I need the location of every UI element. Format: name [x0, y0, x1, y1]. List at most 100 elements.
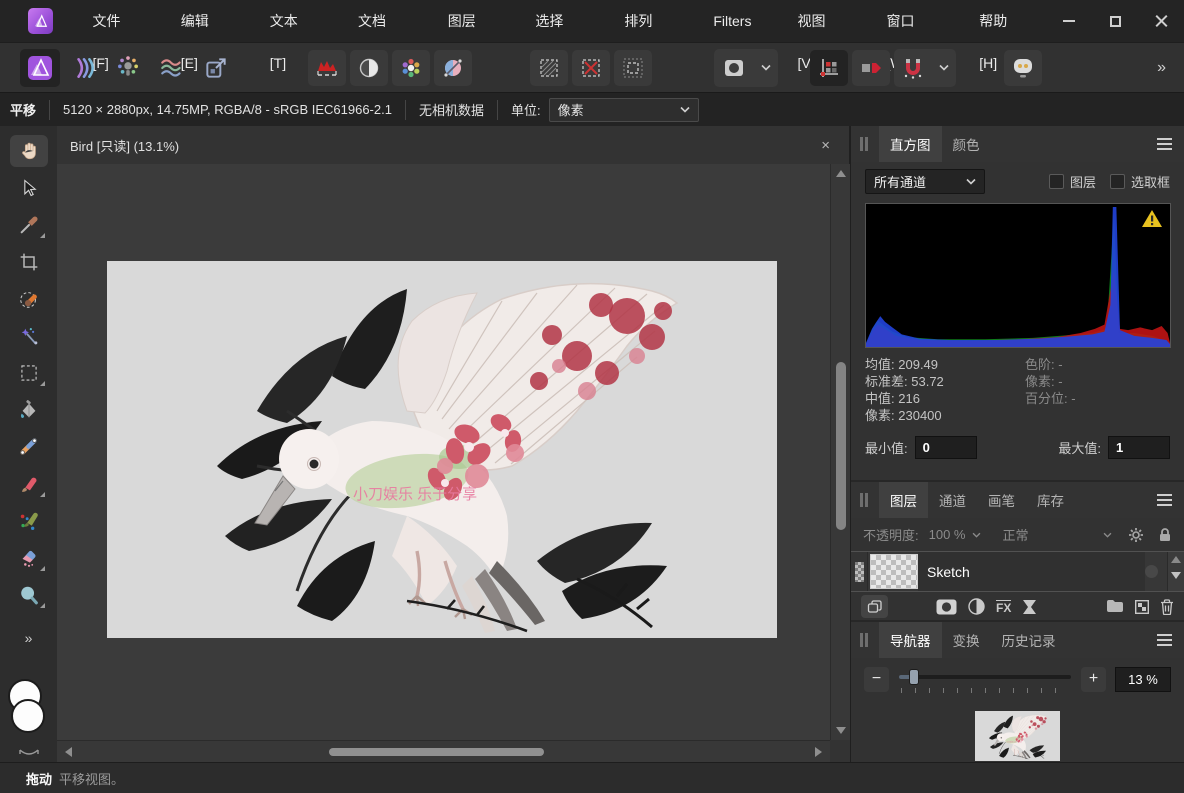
export-persona-button[interactable]	[196, 49, 236, 87]
zoom-slider-thumb[interactable]	[909, 669, 919, 685]
layer-thumbnail[interactable]	[870, 554, 918, 589]
grid-button[interactable]	[810, 50, 848, 86]
quick-mask-button[interactable]	[714, 49, 754, 87]
delete-layer-button[interactable]	[1160, 599, 1174, 615]
snapping-button[interactable]	[894, 49, 932, 87]
rasterize-mask-button[interactable]	[1135, 600, 1149, 614]
flood-fill-tool-button[interactable]	[10, 394, 48, 426]
tab-layers[interactable]: 图层	[879, 482, 928, 518]
vertical-scroll-thumb[interactable]	[836, 362, 846, 530]
panel-menu-icon[interactable]	[1157, 138, 1172, 150]
clipping-warning-icon[interactable]	[1141, 209, 1163, 228]
move-tool-button[interactable]	[10, 172, 48, 204]
menu-text[interactable]: 文本[T]	[247, 0, 335, 42]
tab-transform[interactable]: 变换	[942, 622, 991, 658]
layer-drag-handle[interactable]	[851, 552, 868, 591]
tab-stock[interactable]: 库存	[1026, 482, 1075, 518]
menu-filters[interactable]: Filters	[690, 0, 774, 42]
menu-view[interactable]: 视图[V]	[774, 0, 863, 42]
layer-visibility-toggle[interactable]	[1145, 565, 1158, 578]
layer-row-sketch[interactable]: Sketch	[851, 551, 1184, 592]
snapping-chevron[interactable]	[932, 49, 956, 87]
auto-white-balance-button[interactable]	[434, 50, 472, 86]
menu-select[interactable]: 选择[S]	[512, 0, 601, 42]
mask-layer-button[interactable]	[936, 599, 957, 615]
gradient-tool-button[interactable]	[10, 431, 48, 463]
zoom-slider[interactable]	[899, 666, 1071, 692]
tone-mapping-persona-button[interactable]	[152, 49, 192, 87]
lock-icon[interactable]	[1158, 527, 1172, 542]
assistant-button[interactable]	[1004, 50, 1042, 86]
auto-colour-button[interactable]	[392, 50, 430, 86]
tab-brushes[interactable]: 画笔	[977, 482, 1026, 518]
zoom-value-input[interactable]: 13 %	[1115, 667, 1171, 692]
vertical-scrollbar[interactable]	[830, 164, 850, 740]
liquify-persona-button[interactable]	[64, 49, 104, 87]
panel-grip-icon[interactable]	[860, 493, 863, 507]
color-picker-tool-button[interactable]	[10, 209, 48, 241]
menu-layer[interactable]: 图层[L]	[425, 0, 513, 42]
channel-select[interactable]: 所有通道	[865, 169, 985, 194]
menu-file[interactable]: 文件[F]	[69, 0, 157, 42]
layer-checkbox[interactable]	[1049, 174, 1064, 189]
horizontal-scrollbar[interactable]	[57, 740, 830, 762]
auto-levels-button[interactable]	[308, 50, 346, 86]
adjustment-layer-button[interactable]	[968, 598, 985, 615]
photo-persona-button[interactable]	[20, 49, 60, 87]
chevron-down-icon[interactable]	[972, 532, 981, 538]
foreground-color-swatch[interactable]	[11, 699, 45, 733]
horizontal-scroll-thumb[interactable]	[329, 748, 544, 756]
min-value-input[interactable]: 0	[915, 436, 977, 459]
crop-tool-button[interactable]	[10, 246, 48, 278]
selection-intersect-button[interactable]	[614, 50, 652, 86]
tab-color[interactable]: 颜色	[942, 126, 991, 162]
canvas-artboard[interactable]: 小刀娱乐 乐于分享	[107, 261, 777, 638]
selection-subtract-button[interactable]	[572, 50, 610, 86]
menu-arrange[interactable]: 排列[A]	[601, 0, 690, 42]
eraser-tool-button[interactable]	[10, 542, 48, 574]
canvas-viewport[interactable]: 小刀娱乐 乐于分享	[57, 164, 850, 762]
swap-colors-button[interactable]	[16, 748, 42, 758]
tab-history[interactable]: 历史记录	[991, 622, 1067, 658]
marquee-checkbox[interactable]	[1110, 174, 1125, 189]
navigator-thumbnail[interactable]	[975, 711, 1060, 761]
zoom-in-button[interactable]: +	[1081, 667, 1106, 692]
tab-navigator[interactable]: 导航器	[879, 622, 942, 658]
duplicate-layer-button[interactable]	[861, 595, 888, 618]
menu-help[interactable]: 帮助[H]	[956, 0, 1046, 42]
tab-channels[interactable]: 通道	[928, 482, 977, 518]
unit-select[interactable]: 像素	[549, 98, 699, 122]
toolbar-overflow-button[interactable]: »	[1151, 53, 1172, 83]
selection-new-button[interactable]	[530, 50, 568, 86]
auto-contrast-button[interactable]	[350, 50, 388, 86]
live-filter-button[interactable]	[1022, 599, 1037, 615]
panel-grip-icon[interactable]	[860, 633, 863, 647]
menu-document[interactable]: 文档[D]	[335, 0, 425, 42]
chevron-down-icon[interactable]	[1103, 532, 1112, 538]
tab-histogram[interactable]: 直方图	[879, 126, 942, 162]
menu-window[interactable]: 窗口[W]	[864, 0, 957, 42]
develop-persona-button[interactable]	[108, 49, 148, 87]
quick-mask-chevron[interactable]	[754, 49, 778, 87]
minimize-button[interactable]	[1046, 0, 1092, 42]
pan-tool-button[interactable]	[10, 135, 48, 167]
paint-brush-tool-button[interactable]	[10, 468, 48, 500]
blur-tool-button[interactable]	[10, 579, 48, 611]
layer-effects-button[interactable]: FX	[996, 600, 1011, 614]
insert-order-button[interactable]	[852, 50, 890, 86]
flood-select-tool-button[interactable]	[10, 320, 48, 352]
close-button[interactable]	[1138, 0, 1184, 42]
blend-options-gear-icon[interactable]	[1128, 527, 1144, 543]
layer-name[interactable]: Sketch	[918, 552, 1145, 591]
zoom-out-button[interactable]: −	[864, 667, 889, 692]
color-replacement-brush-tool-button[interactable]	[10, 505, 48, 537]
document-tab[interactable]: Bird [只读] (13.1%) ×	[57, 126, 850, 164]
group-layers-button[interactable]	[1106, 599, 1124, 614]
layers-scrollbar[interactable]	[1167, 552, 1184, 591]
marquee-tool-button[interactable]	[10, 357, 48, 389]
selection-brush-tool-button[interactable]	[10, 283, 48, 315]
max-value-input[interactable]: 1	[1108, 436, 1170, 459]
blend-mode-value[interactable]: 正常	[1003, 525, 1029, 544]
tab-close-button[interactable]: ×	[815, 135, 836, 156]
zoom-slider-track[interactable]	[899, 675, 1071, 679]
